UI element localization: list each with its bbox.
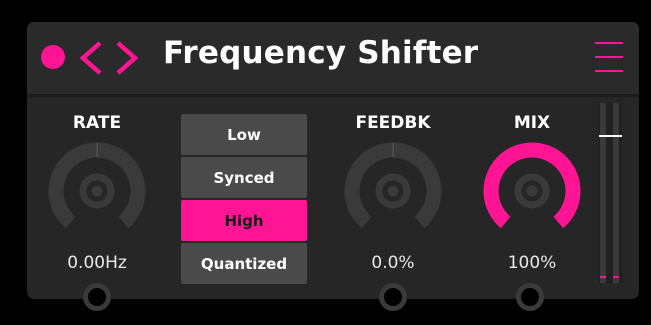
- chevron-right-icon[interactable]: [112, 38, 142, 78]
- feedback-mod-input-port[interactable]: [379, 283, 407, 311]
- feedback-knob[interactable]: [343, 141, 443, 241]
- meter-channel-right: [613, 103, 619, 283]
- rate-value: 0.00Hz: [67, 253, 127, 273]
- mode-option-synced[interactable]: Synced: [181, 157, 307, 198]
- feedback-label: FEEDBK: [355, 113, 431, 133]
- mode-selector: Low Synced High Quantized: [181, 112, 307, 284]
- meter-peak-marker: [599, 135, 622, 137]
- mix-label: MIX: [513, 113, 551, 133]
- rate-knob-center-dot: [91, 185, 103, 197]
- mix-value: 100%: [507, 253, 557, 273]
- record-dot-icon[interactable]: [41, 45, 65, 69]
- mode-option-quantized[interactable]: Quantized: [181, 243, 307, 284]
- mix-knob[interactable]: [482, 141, 582, 241]
- mix-knob-center-dot: [526, 185, 538, 197]
- meter-channel-left: [600, 103, 606, 283]
- feedback-value: 0.0%: [371, 253, 415, 273]
- meter-floor-right: [613, 276, 619, 278]
- feedback-knob-center-dot: [387, 185, 399, 197]
- mode-option-high[interactable]: High: [181, 200, 307, 241]
- header-bar: Frequency Shifter: [27, 22, 639, 97]
- mode-option-low[interactable]: Low: [181, 114, 307, 155]
- rate-label: RATE: [72, 113, 122, 133]
- chevron-left-icon[interactable]: [76, 38, 106, 78]
- output-level-meter: [599, 103, 622, 283]
- rate-mod-input-port[interactable]: [83, 283, 111, 311]
- hamburger-menu-icon[interactable]: [595, 40, 625, 74]
- meter-floor-left: [600, 276, 606, 278]
- rate-knob[interactable]: [47, 141, 147, 241]
- plugin-title: Frequency Shifter: [163, 35, 479, 71]
- mix-mod-input-port[interactable]: [516, 283, 544, 311]
